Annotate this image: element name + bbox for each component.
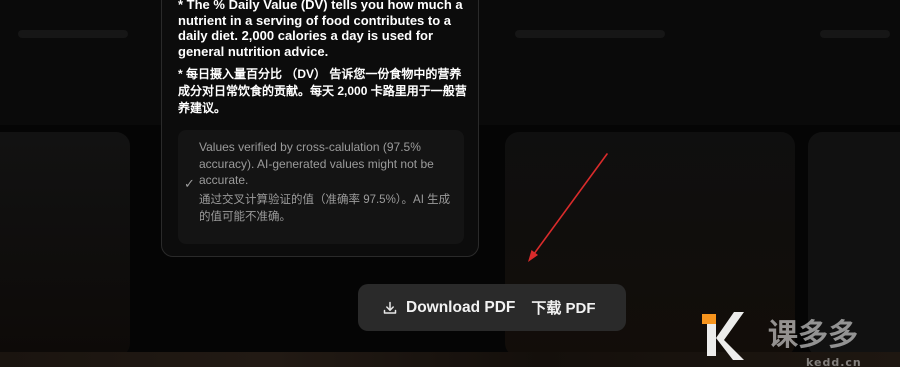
download-pdf-button[interactable]: Download PDF 下载 PDF <box>358 284 626 331</box>
download-pdf-label-zh: 下载 PDF <box>531 300 596 317</box>
kedd-watermark-logo: 课多多 kedd.cn <box>702 312 862 367</box>
watermark-domain: kedd.cn <box>806 356 862 367</box>
verification-note-en: Values verified by cross-calulation (97.… <box>199 140 434 187</box>
download-icon <box>383 301 397 314</box>
verification-note-zh: 通过交叉计算验证的值（准确率 97.5%）。AI 生成的值可能不准确。 <box>199 194 451 223</box>
logo-orange-block <box>702 314 716 324</box>
background-text-line <box>18 30 128 38</box>
watermark-brand-text: 课多多 <box>768 318 858 353</box>
background-text-line <box>515 30 665 38</box>
background-text-line <box>820 30 890 38</box>
nutrition-info-panel: * The % Daily Value (DV) tells you how m… <box>161 0 479 257</box>
daily-value-note-en: * The % Daily Value (DV) tells you how m… <box>178 0 463 59</box>
logo-k-arm <box>716 312 744 360</box>
logo-k-stem <box>707 324 716 356</box>
background-card <box>0 132 130 357</box>
verification-notice: ✓ Values verified by cross-calulation (9… <box>178 130 464 244</box>
daily-value-note-zh: * 每日摄入量百分比 （DV） 告诉您一份食物中的营养成分对日常饮食的贡献。每天… <box>178 67 467 115</box>
check-icon: ✓ <box>184 176 195 191</box>
download-pdf-label: Download PDF <box>406 298 516 316</box>
